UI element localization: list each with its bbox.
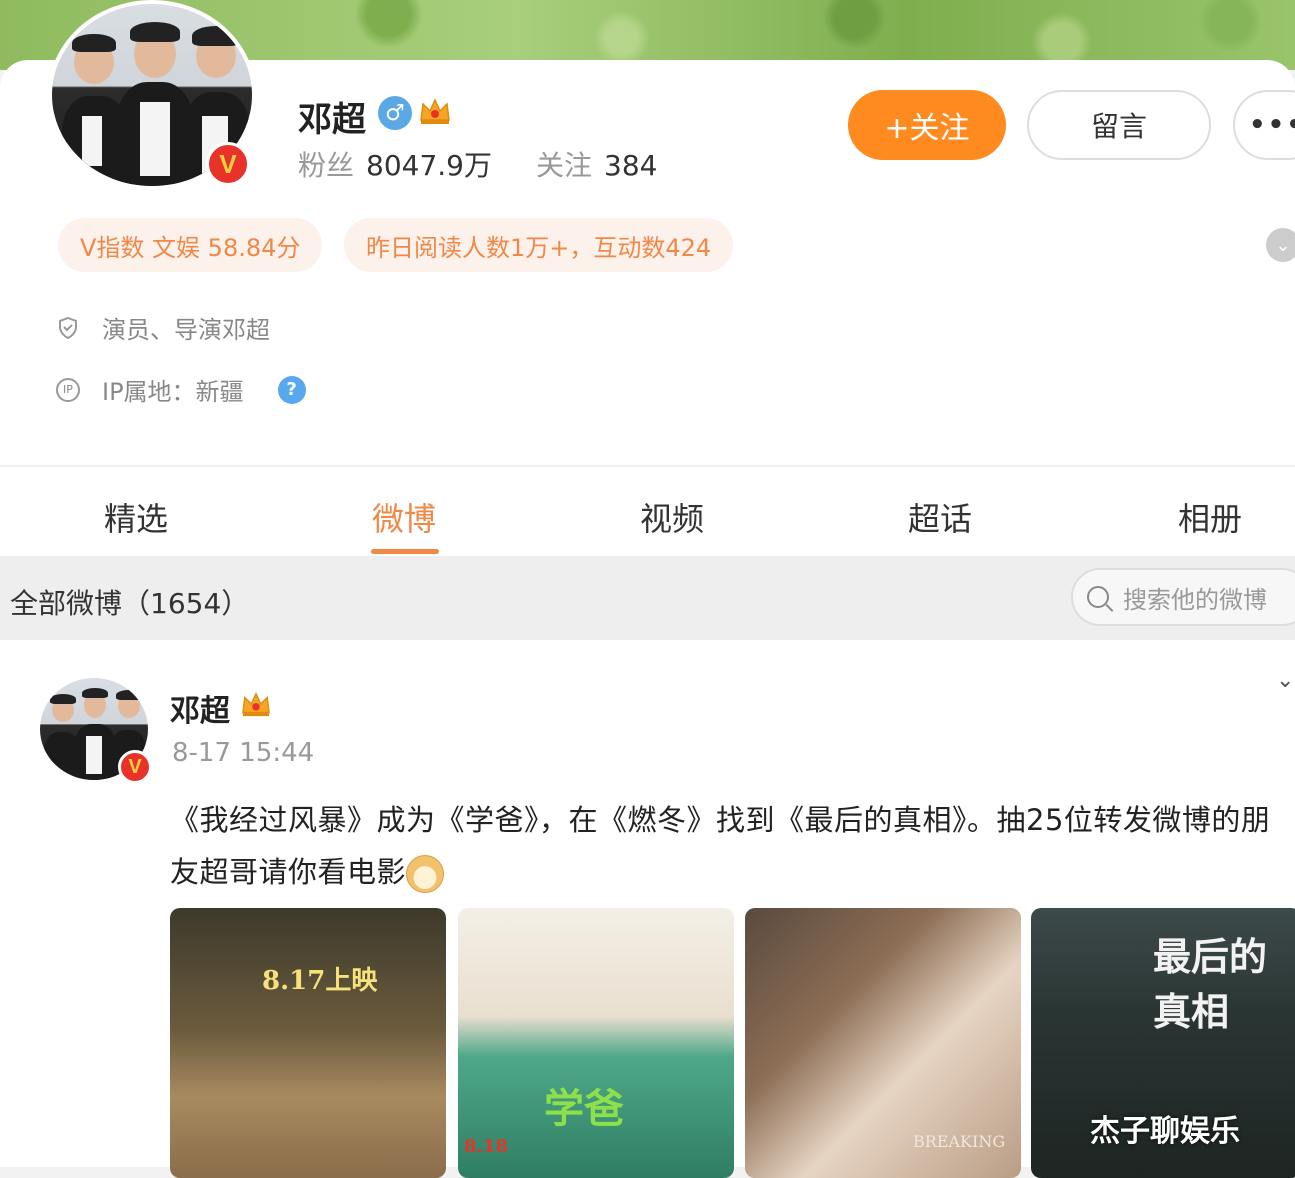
doge-emoji-icon [406, 855, 445, 893]
follow-button[interactable]: +关注 [848, 90, 1006, 160]
search-placeholder: 搜索他的微博 [1123, 585, 1267, 614]
all-weibo-count[interactable]: 全部微博（1654） [10, 582, 249, 622]
poster-3-title: BREAKING [913, 1132, 1006, 1151]
shield-icon [59, 316, 77, 339]
message-button[interactable]: 留言 [1027, 90, 1211, 160]
verified-badge-icon: V [206, 142, 250, 186]
poster-image-2[interactable]: 学爸 8.18 [458, 908, 734, 1178]
search-icon [1087, 586, 1109, 608]
following-count: 384 [604, 149, 658, 182]
post-text: 《我经过风暴》成为《学爸》，在《燃冬》找到《最后的真相》。抽25位转发微博的朋友… [170, 803, 1271, 889]
chevron-down-icon[interactable]: ⌄ [1276, 668, 1294, 693]
poster-2-headline: 学爸 [544, 1085, 624, 1132]
more-options-button[interactable]: ••• [1233, 90, 1295, 160]
fans-stat[interactable]: 粉丝 8047.9万 [298, 144, 492, 184]
post-crown-icon [242, 692, 270, 717]
poster-image-1[interactable]: 8.17上映 [170, 908, 446, 1178]
bio-text: 演员、导演邓超 [102, 316, 270, 344]
tab-videos[interactable]: 视频 [640, 494, 704, 540]
ip-location-row: IP IP属地：新疆 ? [56, 372, 306, 407]
post-body: 《我经过风暴》成为《学爸》，在《燃冬》找到《最后的真相》。抽25位转发微博的朋友… [170, 794, 1285, 898]
bio-row: 演员、导演邓超 [56, 310, 270, 345]
watermark: 杰子聊娱乐 [1090, 1114, 1240, 1149]
help-icon[interactable]: ? [277, 375, 306, 404]
reading-stats-tag[interactable]: 昨日阅读人数1万+，互动数424 [344, 218, 734, 272]
active-tab-indicator [371, 549, 439, 554]
poster-image-3[interactable]: BREAKING [745, 908, 1021, 1178]
fans-label: 粉丝 [298, 149, 355, 182]
following-label: 关注 [536, 149, 593, 182]
search-input[interactable]: 搜索他的微博 [1071, 568, 1295, 626]
male-gender-icon: ♂ [378, 96, 412, 130]
ip-icon: IP [56, 377, 80, 402]
profile-name: 邓超 [298, 100, 366, 140]
post-timestamp[interactable]: 8-17 15:44 [172, 738, 314, 768]
crown-icon [420, 98, 450, 124]
poster-4-headline: 最后的真相 [1153, 934, 1268, 1034]
following-stat[interactable]: 关注 384 [536, 144, 657, 184]
ip-location-text: IP属地：新疆 [102, 378, 244, 406]
expand-icon[interactable]: ⌄ [1266, 228, 1295, 262]
poster-1-headline: 8.17上映 [262, 966, 378, 996]
poster-2-date: 8.18 [464, 1136, 508, 1157]
tab-albums[interactable]: 相册 [1178, 494, 1242, 540]
tab-featured[interactable]: 精选 [104, 494, 168, 540]
post-verified-badge-icon: V [118, 750, 152, 784]
tab-weibo[interactable]: 微博 [372, 494, 436, 540]
fans-count: 8047.9万 [366, 149, 492, 182]
v-index-tag[interactable]: V指数 文娱 58.84分 [58, 218, 323, 272]
post-author[interactable]: 邓超 [170, 686, 230, 730]
tab-supertopic[interactable]: 超话 [908, 494, 972, 540]
